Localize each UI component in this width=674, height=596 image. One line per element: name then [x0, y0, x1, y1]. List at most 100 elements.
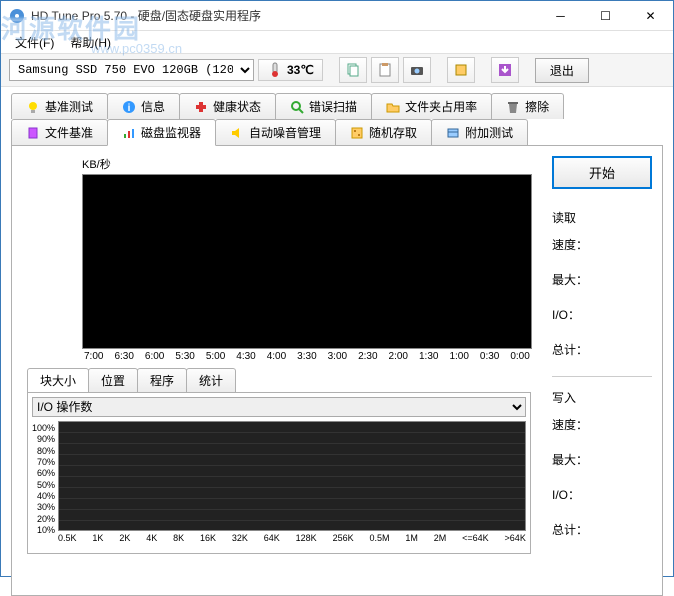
write-io-label: I/O： [552, 486, 652, 503]
xtick: 6:30 [114, 351, 133, 362]
chart-xaxis: 7:00 6:30 6:00 5:30 5:00 4:30 4:00 3:30 … [82, 351, 532, 362]
maximize-button[interactable]: ☐ [583, 1, 628, 30]
ytick: 70% [32, 457, 55, 467]
start-button[interactable]: 开始 [552, 156, 652, 189]
subtabs-container: 块大小 位置 程序 统计 I/O 操作数 100% 90% 80% 70% 60… [27, 368, 531, 554]
ytick: 10% [32, 525, 55, 535]
drive-select[interactable]: Samsung SSD 750 EVO 120GB (120 gB) [9, 59, 254, 81]
xtick: 0:00 [510, 351, 529, 362]
transfer-chart: KB/秒 7:00 6:30 6:00 5:30 5:00 4:30 4:00 … [82, 156, 532, 362]
ytick: 80% [32, 446, 55, 456]
tab-random-access[interactable]: 随机存取 [335, 119, 432, 145]
xtick: >64K [505, 533, 526, 543]
svg-text:i: i [128, 103, 131, 114]
copy-screenshot-button[interactable] [371, 57, 399, 83]
read-io-label: I/O： [552, 306, 652, 323]
magnifier-icon [290, 100, 304, 114]
tab-panel: KB/秒 7:00 6:30 6:00 5:30 5:00 4:30 4:00 … [11, 145, 663, 596]
tab-file-benchmark[interactable]: 文件基准 [11, 119, 108, 145]
trash-icon [506, 100, 520, 114]
menu-help[interactable]: 帮助(H) [62, 32, 119, 53]
tab-label: 文件夹占用率 [405, 98, 477, 115]
options-button[interactable] [447, 57, 475, 83]
tabs-row-2: 文件基准 磁盘监视器 自动噪音管理 随机存取 附加测试 [11, 119, 663, 145]
blocksize-chart: 100% 90% 80% 70% 60% 50% 40% 30% 20% 10% [32, 421, 526, 549]
write-total-label: 总计： [552, 521, 652, 538]
xtick: 3:30 [297, 351, 316, 362]
tab-benchmark[interactable]: 基准测试 [11, 93, 108, 119]
minimize-button[interactable]: ─ [538, 1, 583, 30]
random-icon [350, 126, 364, 140]
subpanel: I/O 操作数 100% 90% 80% 70% 60% 50% 40% 30%… [27, 392, 531, 554]
copy-icon [345, 62, 361, 78]
folder-icon [386, 100, 400, 114]
write-max-label: 最大： [552, 451, 652, 468]
temperature-value: 33℃ [287, 63, 314, 77]
menubar: 文件(F) 帮助(H) [1, 31, 673, 53]
write-section-title: 写入 [552, 389, 652, 406]
tab-label: 磁盘监视器 [141, 124, 201, 141]
menu-file[interactable]: 文件(F) [7, 32, 62, 53]
subtab-program[interactable]: 程序 [137, 368, 187, 392]
subtab-blocksize[interactable]: 块大小 [27, 368, 89, 392]
tab-label: 文件基准 [45, 124, 93, 141]
bar-yaxis: 100% 90% 80% 70% 60% 50% 40% 30% 20% 10% [32, 421, 58, 549]
subtab-position[interactable]: 位置 [88, 368, 138, 392]
ytick: 60% [32, 468, 55, 478]
tab-info[interactable]: i 信息 [107, 93, 180, 119]
side-panel: 开始 读取 速度： 最大： I/O： 总计： 写入 速度： 最大： I/O： 总… [552, 156, 652, 556]
tab-label: 信息 [141, 98, 165, 115]
xtick: 256K [333, 533, 354, 543]
exit-button[interactable]: 退出 [535, 58, 589, 83]
subtab-stats[interactable]: 统计 [186, 368, 236, 392]
thermometer-icon [267, 62, 283, 78]
tab-label: 健康状态 [213, 98, 261, 115]
xtick: 2K [119, 533, 130, 543]
tab-erase[interactable]: 擦除 [491, 93, 564, 119]
xtick: 1M [405, 533, 418, 543]
write-speed-label: 速度： [552, 416, 652, 433]
titlebar: HD Tune Pro 5.70 - 硬盘/固态硬盘实用程序 ─ ☐ ✕ [1, 1, 673, 31]
tab-extra-tests[interactable]: 附加测试 [431, 119, 528, 145]
xtick: 0:30 [480, 351, 499, 362]
tab-health[interactable]: 健康状态 [179, 93, 276, 119]
app-icon [9, 8, 25, 24]
tab-aam[interactable]: 自动噪音管理 [215, 119, 336, 145]
speaker-icon [230, 126, 244, 140]
xtick: 2M [434, 533, 447, 543]
bar-grid [58, 421, 526, 531]
read-total-label: 总计： [552, 341, 652, 358]
info-icon: i [122, 100, 136, 114]
tab-folder-usage[interactable]: 文件夹占用率 [371, 93, 492, 119]
ytick: 30% [32, 502, 55, 512]
save-button[interactable] [491, 57, 519, 83]
xtick: 16K [200, 533, 216, 543]
xtick: 32K [232, 533, 248, 543]
read-speed-label: 速度： [552, 236, 652, 253]
io-metric-select[interactable]: I/O 操作数 [32, 397, 526, 417]
close-button[interactable]: ✕ [628, 1, 673, 30]
tab-disk-monitor[interactable]: 磁盘监视器 [107, 119, 216, 146]
tab-error-scan[interactable]: 错误扫描 [275, 93, 372, 119]
xtick: 6:00 [145, 351, 164, 362]
xtick: 4:00 [267, 351, 286, 362]
read-section-title: 读取 [552, 209, 652, 226]
tab-label: 附加测试 [465, 124, 513, 141]
save-icon [497, 62, 513, 78]
xtick: 1:30 [419, 351, 438, 362]
xtick: 3:00 [328, 351, 347, 362]
tab-label: 擦除 [525, 98, 549, 115]
ytick: 90% [32, 434, 55, 444]
screenshot-button[interactable] [403, 57, 431, 83]
xtick: 0.5K [58, 533, 77, 543]
xtick: 64K [264, 533, 280, 543]
health-icon [194, 100, 208, 114]
xtick: 5:00 [206, 351, 225, 362]
clipboard-icon [377, 62, 393, 78]
xtick: 1:00 [449, 351, 468, 362]
xtick: 5:30 [175, 351, 194, 362]
window-title: HD Tune Pro 5.70 - 硬盘/固态硬盘实用程序 [31, 7, 538, 24]
copy-info-button[interactable] [339, 57, 367, 83]
tab-label: 自动噪音管理 [249, 124, 321, 141]
monitor-icon [122, 126, 136, 140]
